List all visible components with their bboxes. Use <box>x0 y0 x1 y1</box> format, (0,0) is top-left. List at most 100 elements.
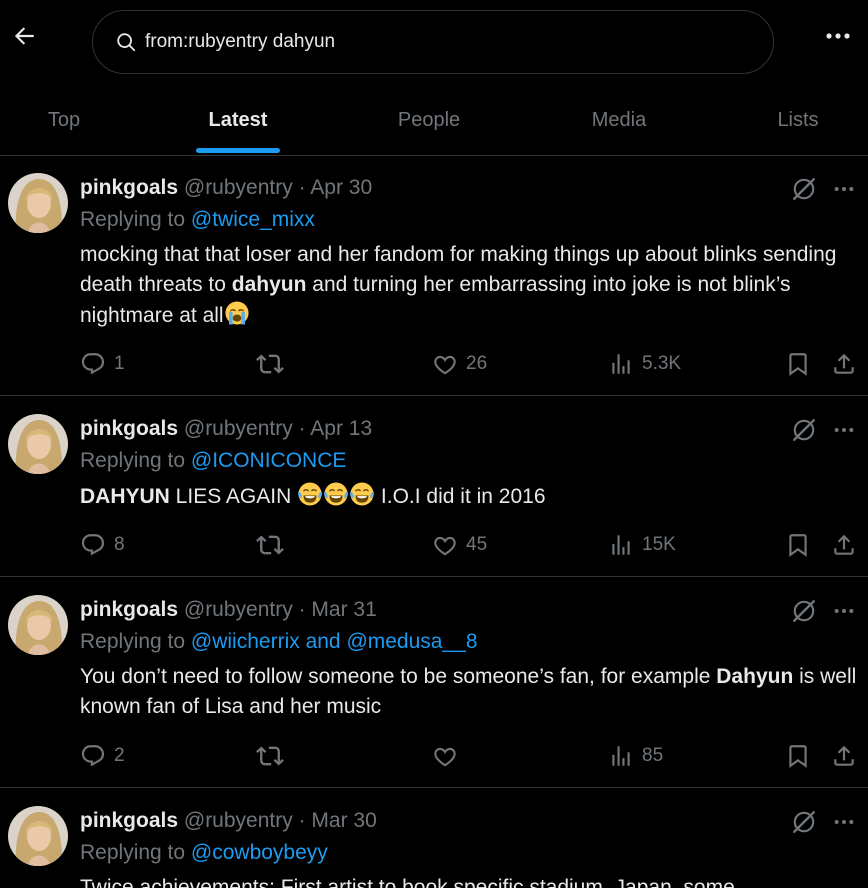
repost-button[interactable] <box>256 736 292 776</box>
avatar[interactable] <box>8 806 68 866</box>
share-icon <box>831 532 857 558</box>
tab-media[interactable]: Media <box>510 86 728 155</box>
repost-icon <box>256 350 284 378</box>
reply-mention-link[interactable]: @ICONICONCE <box>191 449 347 472</box>
repost-icon <box>256 742 284 770</box>
like-button[interactable] <box>432 736 466 776</box>
search-icon <box>115 31 137 53</box>
search-header: Top Latest People Media Lists <box>0 0 868 156</box>
replying-to: Replying to @twice_mixx <box>80 208 315 232</box>
share-button[interactable] <box>831 736 857 776</box>
reply-button[interactable]: 1 <box>80 344 125 384</box>
bookmark-button[interactable] <box>785 344 811 384</box>
more-horizontal-icon <box>833 818 855 826</box>
views-bar-chart-icon <box>608 743 634 769</box>
views-button[interactable]: 85 <box>608 736 663 776</box>
replying-to: Replying to @wiicherrix and @medusa__8 <box>80 630 478 654</box>
back-button[interactable] <box>6 18 42 54</box>
arrow-left-icon <box>14 27 34 45</box>
tweet-4[interactable]: pinkgoals @rubyentry · Mar 30 Replying t… <box>0 789 868 888</box>
like-button[interactable]: 45 <box>432 525 487 565</box>
grok-button[interactable] <box>788 414 820 446</box>
tweet-more-button[interactable] <box>830 808 858 836</box>
heart-icon <box>432 532 458 558</box>
tab-lists[interactable]: Lists <box>728 86 868 155</box>
avatar[interactable] <box>8 414 68 474</box>
highlighted-term: Dahyun <box>716 665 794 688</box>
reply-icon <box>80 532 106 558</box>
tweet-more-button[interactable] <box>830 175 858 203</box>
tweet-text: Twice achievements: First artist to book… <box>80 873 860 888</box>
meta-separator: · <box>298 176 306 199</box>
reply-mention-link[interactable]: @cowboybeyy <box>191 841 328 864</box>
tweet-date[interactable]: Apr 13 <box>310 417 372 440</box>
author-name[interactable]: pinkgoals <box>80 176 178 199</box>
tweet-more-button[interactable] <box>830 416 858 444</box>
tab-top[interactable]: Top <box>0 86 128 155</box>
author-handle[interactable]: @rubyentry <box>184 176 293 199</box>
grok-button[interactable] <box>788 595 820 627</box>
meta-separator: · <box>298 809 306 832</box>
tweet-more-button[interactable] <box>830 597 858 625</box>
tab-people[interactable]: People <box>348 86 510 155</box>
tweet-3[interactable]: pinkgoals @rubyentry · Mar 31 Replying t… <box>0 578 868 788</box>
author-handle[interactable]: @rubyentry <box>184 598 293 621</box>
tweet-actions: 2 85 <box>0 736 868 776</box>
grok-icon <box>791 598 817 624</box>
avatar[interactable] <box>8 595 68 655</box>
search-box[interactable] <box>92 10 774 74</box>
tweet-actions: 1 26 5.3K <box>0 344 868 384</box>
reply-mention-link[interactable]: @twice_mixx <box>191 208 315 231</box>
repost-button[interactable] <box>256 344 292 384</box>
author-handle[interactable]: @rubyentry <box>184 417 293 440</box>
loudly-crying-emoji <box>224 300 250 326</box>
meta-separator: · <box>298 598 306 621</box>
tears-of-joy-emoji <box>297 481 323 507</box>
tweet-date[interactable]: Mar 31 <box>311 598 376 621</box>
tweet-1[interactable]: pinkgoals @rubyentry · Apr 30 Replying t… <box>0 156 868 396</box>
tweet-date[interactable]: Mar 30 <box>311 809 376 832</box>
like-button[interactable]: 26 <box>432 344 487 384</box>
reply-mention-link[interactable]: @wiicherrix and @medusa__8 <box>191 630 478 653</box>
share-icon <box>831 351 857 377</box>
bookmark-button[interactable] <box>785 525 811 565</box>
search-tabs: Top Latest People Media Lists <box>0 86 868 156</box>
reply-count: 2 <box>114 745 125 766</box>
highlighted-term: DAHYUN <box>80 485 170 508</box>
tweet-text-part: Twice achievements: First artist to book… <box>80 876 735 888</box>
author-handle[interactable]: @rubyentry <box>184 809 293 832</box>
tweet-header: pinkgoals @rubyentry · Apr 13 <box>80 417 372 441</box>
author-name[interactable]: pinkgoals <box>80 809 178 832</box>
tab-latest[interactable]: Latest <box>128 86 348 155</box>
share-button[interactable] <box>831 525 857 565</box>
avatar[interactable] <box>8 173 68 233</box>
share-icon <box>831 743 857 769</box>
search-input[interactable] <box>145 31 705 53</box>
meta-separator: · <box>298 417 306 440</box>
grok-button[interactable] <box>788 806 820 838</box>
tweet-date[interactable]: Apr 30 <box>310 176 372 199</box>
reply-icon <box>80 743 106 769</box>
more-options-button[interactable] <box>820 20 856 52</box>
grok-icon <box>791 417 817 443</box>
highlighted-term: dahyun <box>231 273 307 296</box>
share-button[interactable] <box>831 344 857 384</box>
reply-count: 1 <box>114 353 125 374</box>
repost-button[interactable] <box>256 525 292 565</box>
replying-prefix: Replying to <box>80 208 186 231</box>
reply-button[interactable]: 2 <box>80 736 125 776</box>
reply-button[interactable]: 8 <box>80 525 125 565</box>
views-button[interactable]: 15K <box>608 525 676 565</box>
author-name[interactable]: pinkgoals <box>80 598 178 621</box>
tweet-text-part: You don’t need to follow someone to be s… <box>80 665 717 688</box>
tweet-text-part: LIES AGAIN <box>169 485 298 508</box>
bookmark-icon <box>785 351 811 377</box>
views-bar-chart-icon <box>608 351 634 377</box>
tweet-text: DAHYUN LIES AGAIN I.O.I did it in 2016 <box>80 481 860 512</box>
view-count: 5.3K <box>642 353 682 374</box>
views-button[interactable]: 5.3K <box>608 344 681 384</box>
tweet-2[interactable]: pinkgoals @rubyentry · Apr 13 Replying t… <box>0 397 868 577</box>
bookmark-button[interactable] <box>785 736 811 776</box>
author-name[interactable]: pinkgoals <box>80 417 178 440</box>
grok-button[interactable] <box>788 173 820 205</box>
